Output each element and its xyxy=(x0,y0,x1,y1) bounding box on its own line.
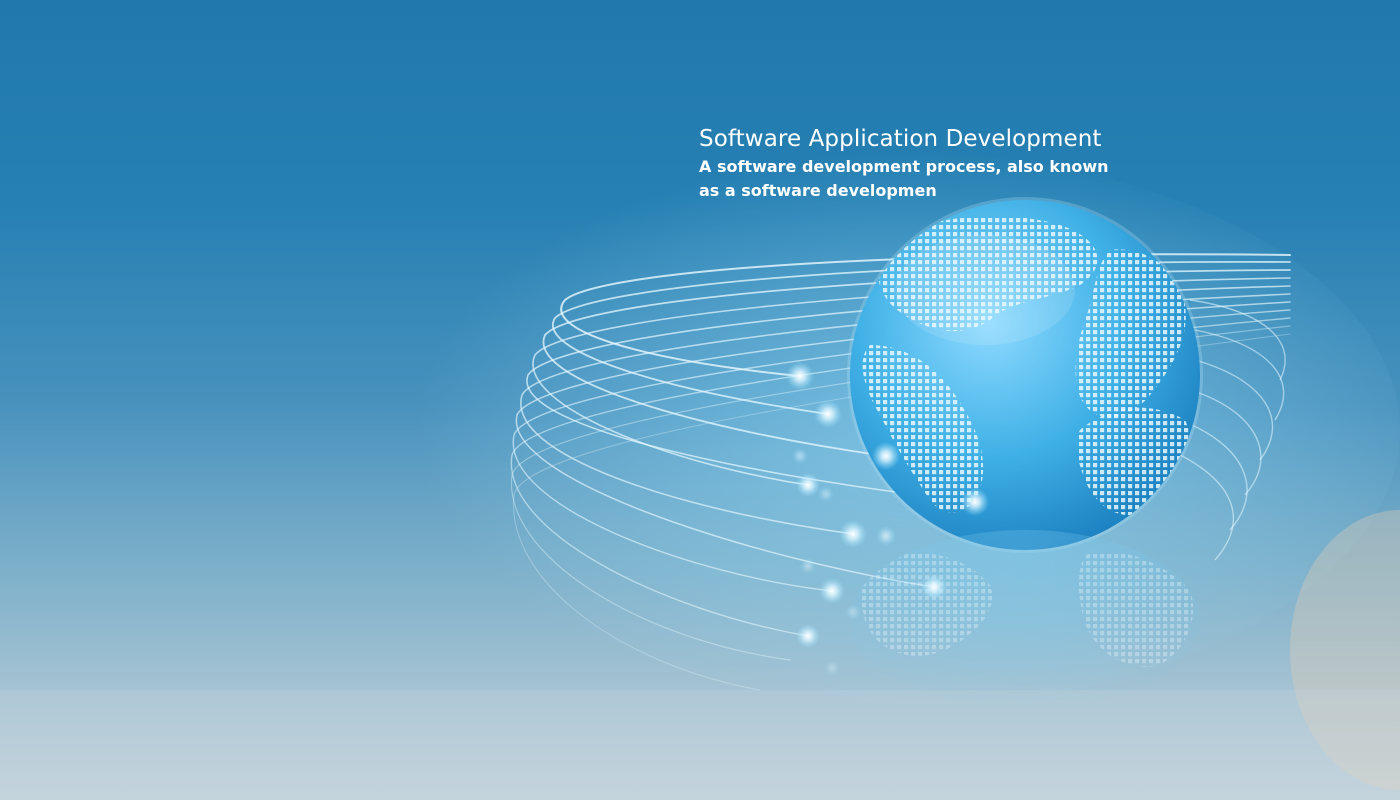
slide-description: A software development process, also kno… xyxy=(699,157,1109,200)
globe-reflection xyxy=(850,530,1200,710)
globe-fiber-illustration xyxy=(0,150,1400,800)
slide-title: Software Application Development xyxy=(699,126,1102,152)
hero-banner: Software Application Development A softw… xyxy=(0,0,1400,800)
globe-icon xyxy=(847,197,1203,553)
slide-caption: Software Application Development A softw… xyxy=(699,123,1159,203)
